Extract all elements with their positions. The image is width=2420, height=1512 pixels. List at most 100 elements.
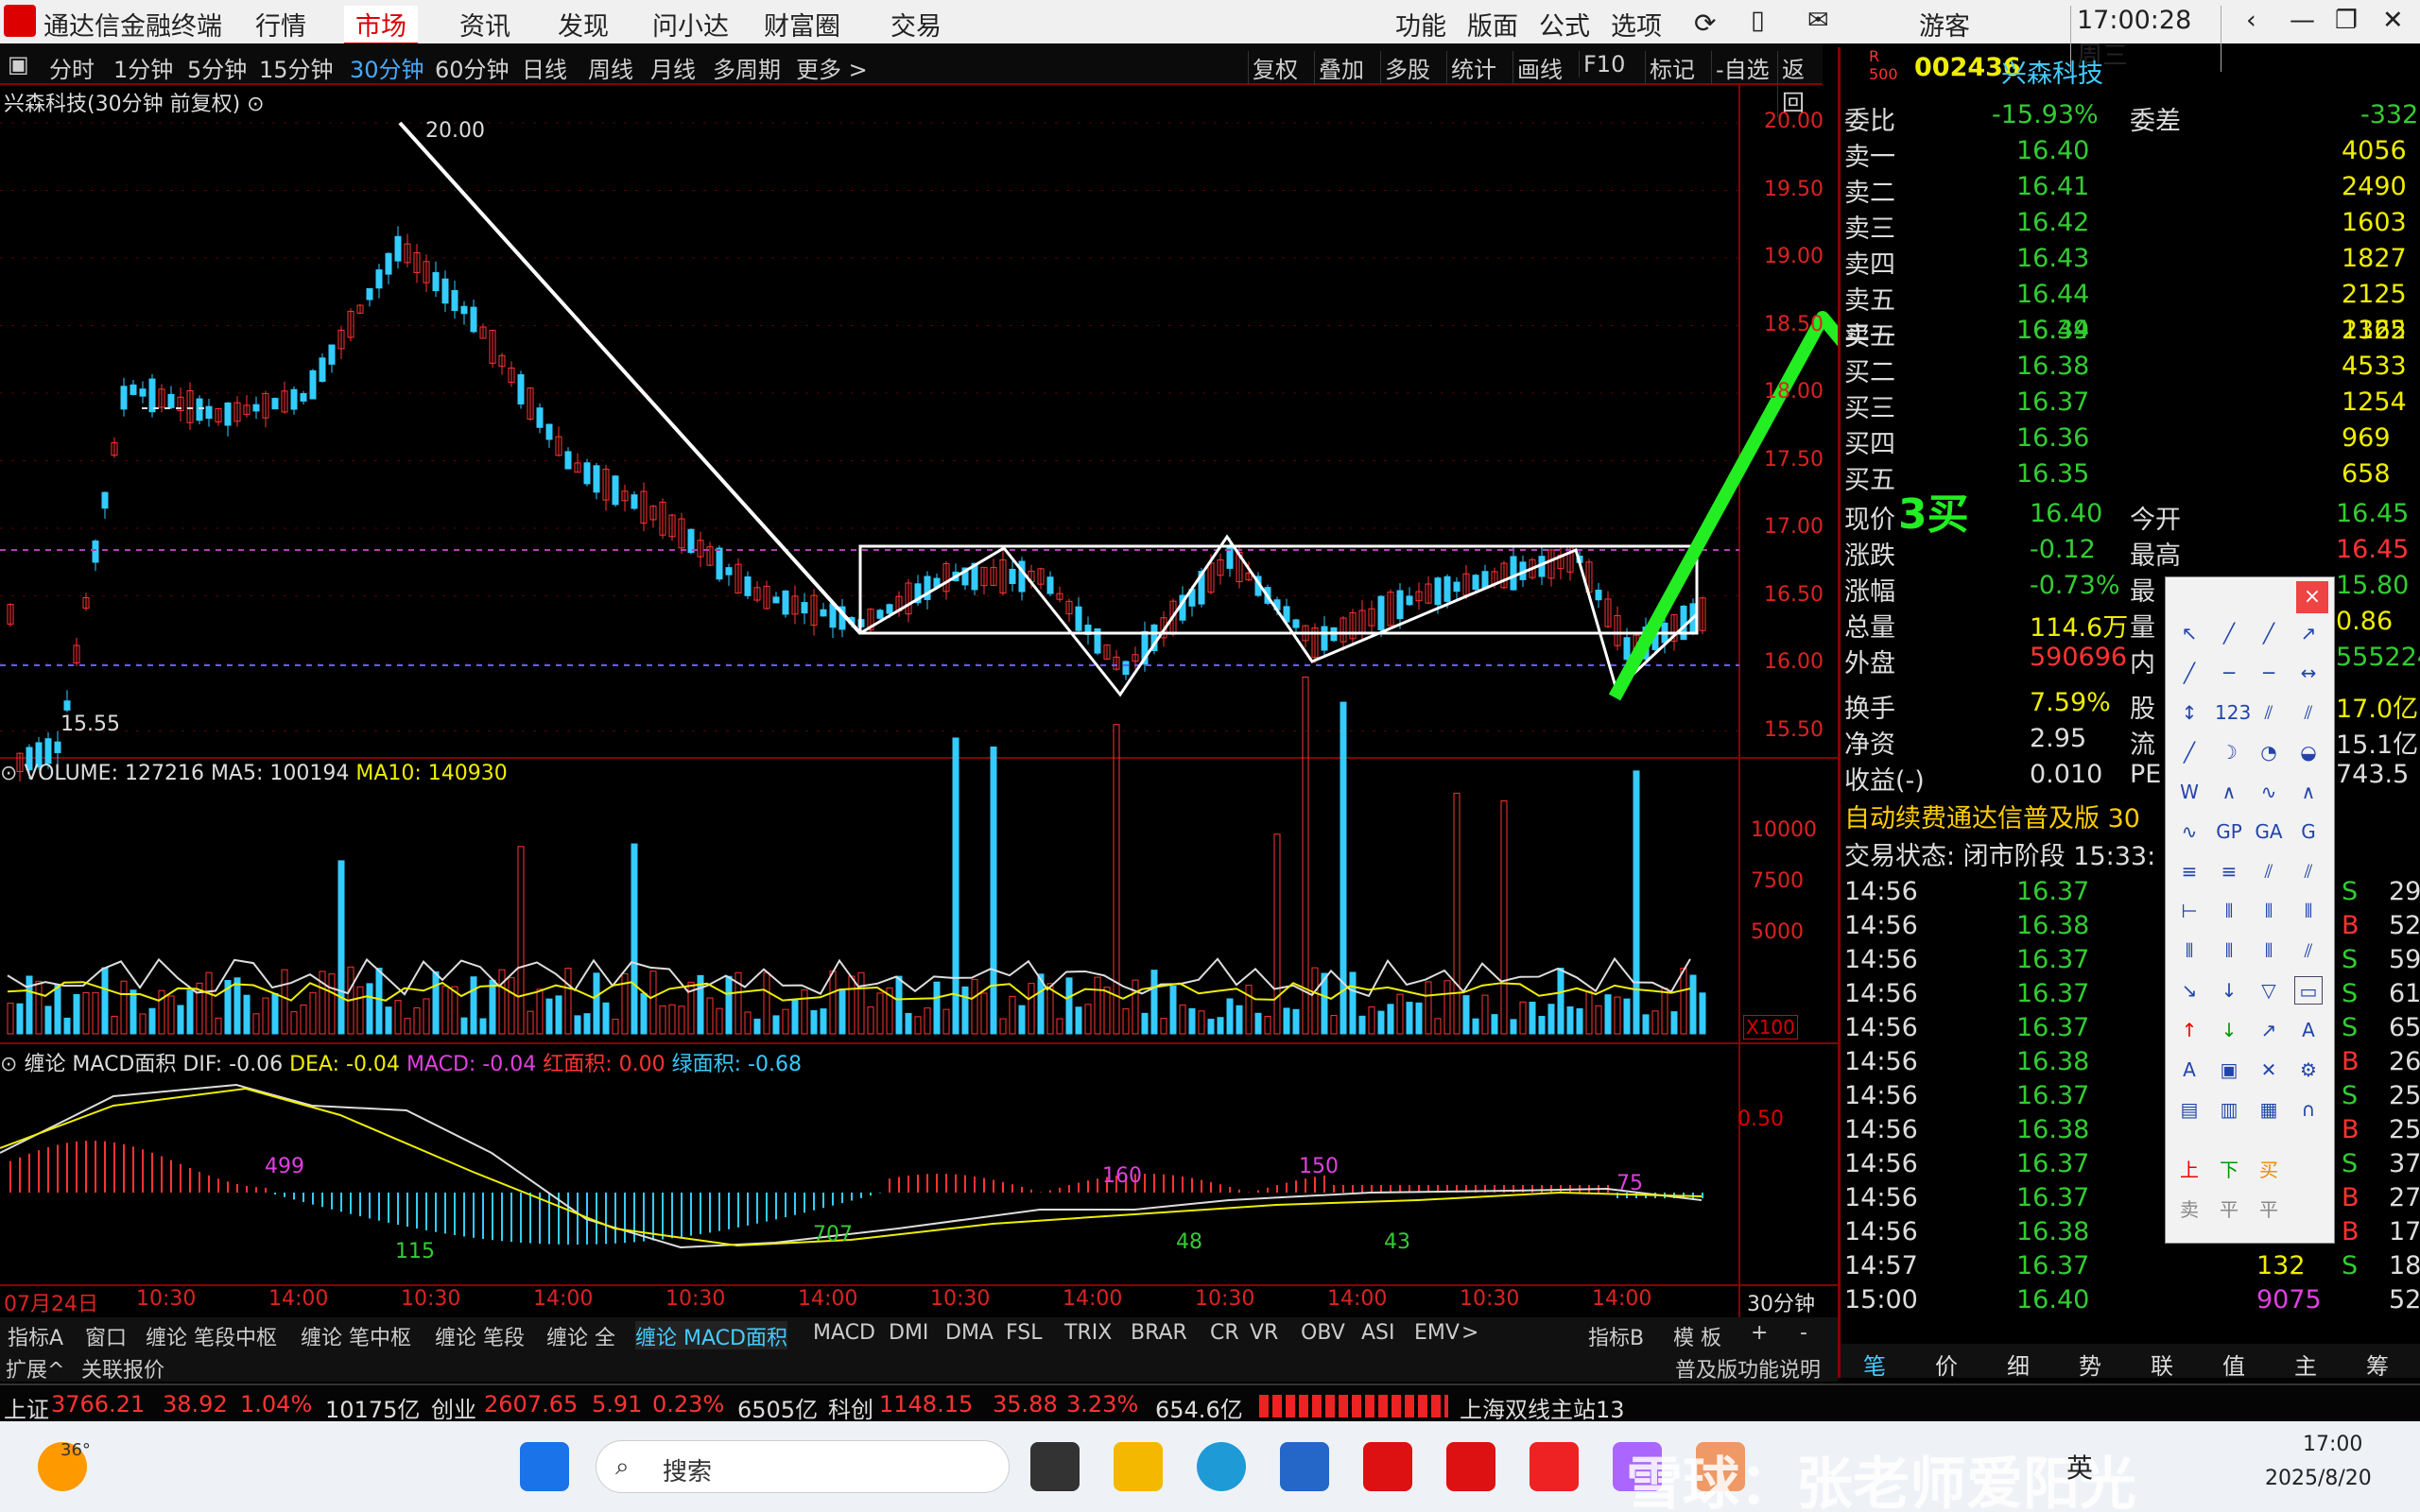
- menu-5[interactable]: 财富圈: [764, 6, 840, 43]
- quote-tab-2[interactable]: 细: [2007, 1348, 2030, 1381]
- toolbar-btn-4[interactable]: 画线: [1512, 51, 1563, 84]
- right-menu-3[interactable]: 选项: [1611, 6, 1662, 43]
- quote-tab-3[interactable]: 势: [2079, 1348, 2101, 1381]
- quote-tab-4[interactable]: 联: [2151, 1348, 2173, 1381]
- draw-tool[interactable]: ⫽: [2294, 857, 2323, 885]
- menu-2[interactable]: 资讯: [459, 6, 510, 43]
- draw-tool[interactable]: ↘: [2175, 976, 2204, 1005]
- toolbar-btn-5[interactable]: F10: [1579, 51, 1625, 77]
- period-3[interactable]: 15分钟: [259, 51, 334, 84]
- draw-tool[interactable]: ∧: [2294, 778, 2323, 806]
- draw-tool[interactable]: ⦀: [2255, 936, 2283, 965]
- draw-tool[interactable]: ↑: [2175, 1016, 2204, 1044]
- trade-tool-0[interactable]: 上: [2175, 1156, 2204, 1184]
- indicator-tab-17[interactable]: EMV: [1414, 1321, 1460, 1345]
- store-icon[interactable]: [1280, 1442, 1329, 1491]
- period-9[interactable]: 多周期: [713, 51, 781, 84]
- indicator-tab-5[interactable]: 缠论 全: [546, 1321, 615, 1351]
- draw-tool[interactable]: ╱: [2175, 738, 2204, 766]
- draw-tool[interactable]: ↕: [2175, 698, 2204, 727]
- indicator-tab-15[interactable]: OBV: [1301, 1321, 1345, 1345]
- draw-tool[interactable]: W: [2175, 778, 2204, 806]
- toolbar-btn-1[interactable]: 叠加: [1314, 51, 1364, 84]
- indicator-right-0[interactable]: 指标B: [1588, 1321, 1644, 1351]
- draw-tool[interactable]: ☽: [2215, 738, 2243, 766]
- indicator-tab-6[interactable]: 缠论 MACD面积: [635, 1321, 787, 1351]
- indicator-tab-3[interactable]: 缠论 笔中枢: [301, 1321, 411, 1351]
- quote-tab-1[interactable]: 价: [1935, 1348, 1958, 1381]
- draw-tool[interactable]: ⫽: [2255, 698, 2283, 727]
- draw-tool[interactable]: ⊢: [2175, 897, 2204, 925]
- trade-tool-flat[interactable]: 平: [2255, 1195, 2283, 1224]
- period-1[interactable]: 1分钟: [113, 51, 173, 84]
- period-10[interactable]: 更多 >: [796, 51, 868, 84]
- indicator-tab-10[interactable]: FSL: [1006, 1321, 1043, 1345]
- period-8[interactable]: 月线: [650, 51, 696, 84]
- mail-icon[interactable]: ✉: [1807, 6, 1829, 35]
- period-6[interactable]: 日线: [522, 51, 567, 84]
- search-box[interactable]: ⌕ 搜索: [596, 1440, 1010, 1493]
- draw-tool[interactable]: ✕: [2255, 1056, 2283, 1084]
- period-0[interactable]: 分时: [49, 51, 95, 84]
- windows-start-icon[interactable]: [520, 1442, 569, 1491]
- draw-tool[interactable]: ▭: [2294, 976, 2323, 1005]
- draw-tool[interactable]: A: [2175, 1056, 2204, 1084]
- indicator-tab-16[interactable]: ASI: [1361, 1321, 1395, 1345]
- draw-tool[interactable]: ╱: [2215, 619, 2243, 647]
- indicator-right-3[interactable]: -: [1800, 1321, 1807, 1345]
- trade-tool-1[interactable]: 下: [2215, 1156, 2243, 1184]
- ime-indicator[interactable]: 英: [2066, 1448, 2093, 1486]
- indicator-tab-13[interactable]: CR: [1210, 1321, 1239, 1345]
- draw-tool[interactable]: 123: [2215, 698, 2251, 727]
- draw-tool[interactable]: ▽: [2255, 976, 2283, 1005]
- expand-button[interactable]: 扩展^: [6, 1353, 64, 1383]
- menu-6[interactable]: 交易: [890, 6, 942, 43]
- draw-tool[interactable]: G: [2294, 817, 2323, 846]
- toolbar-btn-7[interactable]: -自选: [1711, 51, 1770, 84]
- draw-tool[interactable]: ▥: [2215, 1095, 2243, 1124]
- minimize-icon[interactable]: —: [2290, 6, 2315, 35]
- indicator-tab-0[interactable]: 指标A: [8, 1321, 63, 1351]
- indicator-tab-1[interactable]: 窗口: [85, 1321, 127, 1351]
- period-5[interactable]: 60分钟: [435, 51, 510, 84]
- draw-tool[interactable]: ⫽: [2294, 698, 2323, 727]
- macd-toggle-icon[interactable]: ⊙: [0, 1053, 17, 1076]
- indicator-tab-2[interactable]: 缠论 笔段中枢: [146, 1321, 277, 1351]
- indicator-tab-18[interactable]: >: [1461, 1321, 1478, 1345]
- indicator-tab-4[interactable]: 缠论 笔段: [435, 1321, 525, 1351]
- toolbar-btn-2[interactable]: 多股: [1380, 51, 1430, 84]
- trade-tool-4[interactable]: 平: [2215, 1195, 2243, 1224]
- wps-icon[interactable]: [1530, 1442, 1579, 1491]
- draw-tool[interactable]: GP: [2215, 817, 2243, 846]
- draw-tool[interactable]: ⦀: [2215, 897, 2243, 925]
- indicator-tab-7[interactable]: MACD: [813, 1321, 875, 1345]
- draw-tool[interactable]: ◔: [2255, 738, 2283, 766]
- period-2[interactable]: 5分钟: [187, 51, 247, 84]
- draw-tool[interactable]: ▦: [2255, 1095, 2283, 1124]
- right-menu-2[interactable]: 公式: [1539, 6, 1590, 43]
- chart-area[interactable]: [0, 85, 1838, 1317]
- quote-tab-6[interactable]: 主: [2294, 1348, 2317, 1381]
- indicator-right-1[interactable]: 模 板: [1673, 1321, 1721, 1351]
- indicator-tab-9[interactable]: DMA: [945, 1321, 994, 1345]
- draw-tool[interactable]: ↔: [2294, 659, 2323, 687]
- close-tools-icon[interactable]: ×: [2296, 581, 2328, 613]
- draw-tool[interactable]: ∿: [2255, 778, 2283, 806]
- draw-tool[interactable]: ▤: [2175, 1095, 2204, 1124]
- draw-tool[interactable]: ⫽: [2294, 936, 2323, 965]
- toolbar-btn-0[interactable]: 复权: [1248, 51, 1298, 84]
- draw-tool[interactable]: ↓: [2215, 976, 2243, 1005]
- draw-tool[interactable]: ⦀: [2175, 936, 2204, 965]
- draw-tool[interactable]: A: [2294, 1016, 2323, 1044]
- draw-tool[interactable]: ∩: [2294, 1095, 2323, 1124]
- edge-icon[interactable]: [1197, 1442, 1246, 1491]
- restore-icon[interactable]: ❐: [2335, 6, 2358, 35]
- trade-tool-3[interactable]: 卖: [2175, 1195, 2204, 1224]
- phone-icon[interactable]: ▯: [1751, 6, 1765, 35]
- draw-tool[interactable]: ↓: [2215, 1016, 2243, 1044]
- file-explorer-icon[interactable]: [1114, 1442, 1163, 1491]
- draw-tool[interactable]: ↗: [2255, 1016, 2283, 1044]
- server-status[interactable]: 上海双线主站13: [1460, 1391, 1625, 1424]
- features-link[interactable]: 普及版功能说明: [1675, 1353, 1821, 1383]
- quote-tab-7[interactable]: 筹: [2366, 1348, 2389, 1381]
